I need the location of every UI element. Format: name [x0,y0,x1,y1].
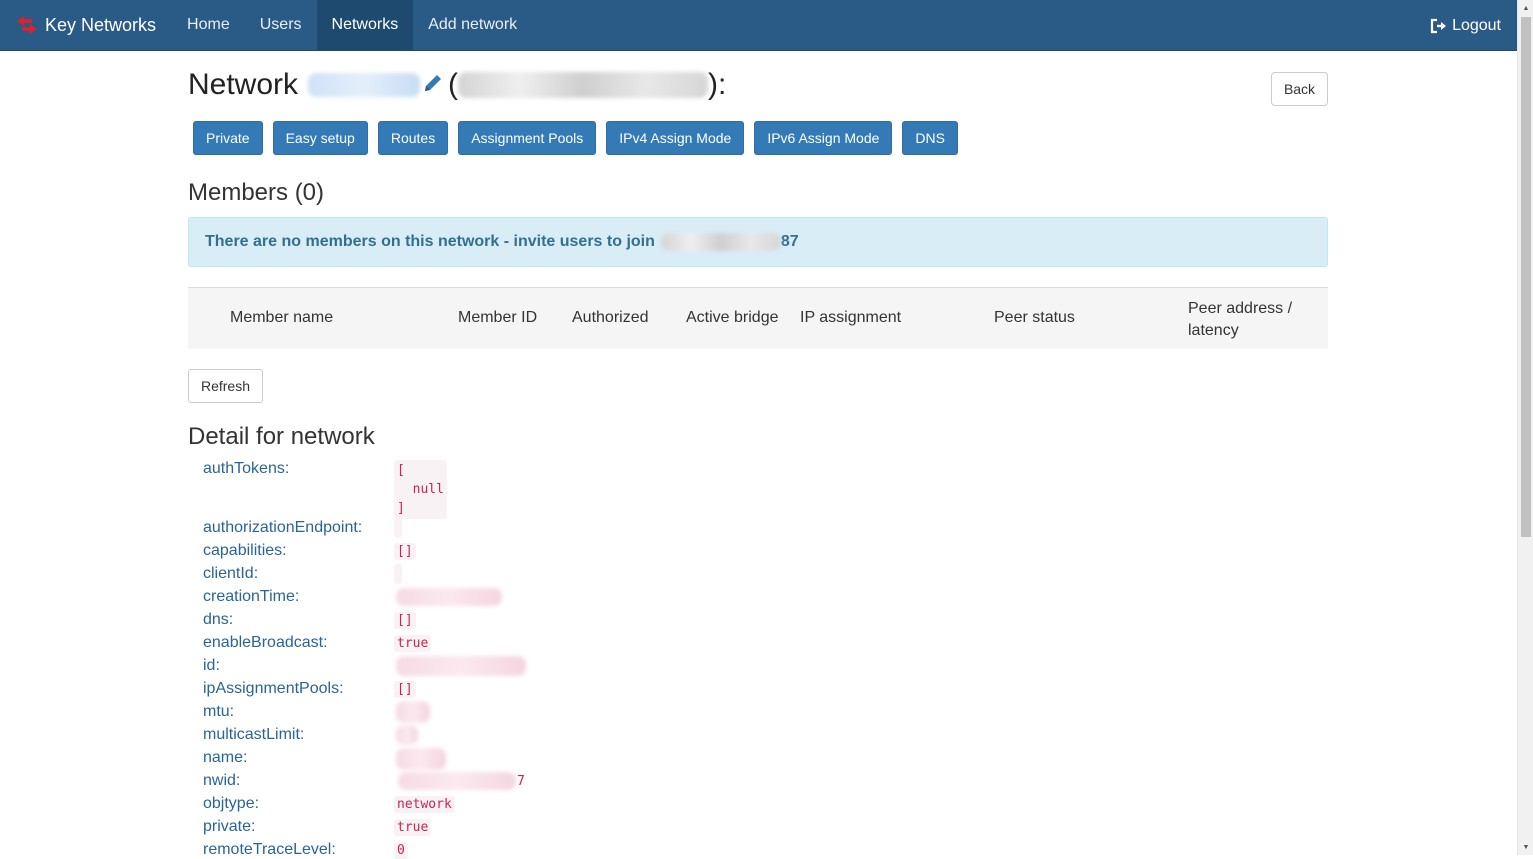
members-heading: Members (0) [188,179,325,206]
detail-key-id: id: [203,657,220,674]
col-authorized[interactable]: Authorized [572,309,649,327]
detail-key-authorization-endpoint: authorizationEndpoint: [203,519,363,536]
detail-key-dns: dns: [203,611,234,628]
logout-link[interactable]: Logout [1430,0,1501,51]
detail-value-clientid [394,564,402,584]
title-prefix: Network [188,68,299,101]
col-member-name[interactable]: Member name [230,309,333,327]
back-button[interactable]: Back [1271,72,1328,106]
detail-key-name: name: [203,749,248,766]
detail-key-remotetracelevel: remoteTraceLevel: [203,841,336,858]
key-logo-icon [17,16,37,34]
detail-key-authtokens: authTokens: [203,460,290,477]
nav-users[interactable]: Users [245,0,317,51]
mtu-redacted [396,701,430,723]
no-members-alert: There are no members on this network - i… [188,217,1328,267]
col-peer-status[interactable]: Peer status [994,309,1075,327]
title-close-paren: ): [708,68,727,101]
nav-add-network[interactable]: Add network [413,0,532,51]
detail-value-private: true [394,819,432,836]
detail-key-private: private: [203,818,256,835]
detail-value-ipassignmentpools: [] [394,681,416,698]
page-title: Network ( ): [188,68,726,102]
dns-button[interactable]: DNS [902,121,958,155]
scroll-up-icon[interactable]: ▲ [1518,0,1533,16]
detail-value-remotetracelevel: 0 [394,842,408,859]
id-redacted [396,656,526,676]
creationtime-redacted [396,588,502,606]
detail-key-ipassignmentpools: ipAssignmentPools: [203,680,344,697]
col-active-bridge[interactable]: Active bridge [686,309,779,327]
detail-value-authtokens: [ null ] [394,460,447,519]
multicastlimit-redacted [396,725,418,745]
detail-value-dns: [] [394,612,416,629]
ipv4-assign-mode-button[interactable]: IPv4 Assign Mode [606,121,745,155]
col-peer-address-latency[interactable]: Peer address / latency [1188,298,1308,342]
assignment-pools-button[interactable]: Assignment Pools [458,121,597,155]
detail-key-nwid: nwid: [203,772,241,789]
logout-icon [1430,18,1447,33]
ipv6-assign-mode-button[interactable]: IPv6 Assign Mode [754,121,893,155]
detail-key-multicastlimit: multicastLimit: [203,726,305,743]
name-redacted [396,748,446,770]
col-member-id[interactable]: Member ID [458,309,537,327]
nav-networks[interactable]: Networks [316,0,414,51]
members-table-header: Member name Member ID Authorized Active … [188,287,1328,349]
network-actions: Private Easy setup Routes Assignment Poo… [193,121,968,155]
detail-key-capabilities: capabilities: [203,542,287,559]
brand-name: Key Networks [45,14,157,35]
brand-link[interactable]: Key Networks [0,0,172,51]
detail-value-nwid-suffix: 7 [517,774,525,789]
network-id-redacted [458,72,709,98]
detail-heading: Detail for network [188,423,375,450]
edit-name-pencil-icon[interactable] [422,68,444,102]
no-members-message: There are no members on this network - i… [205,233,655,250]
network-id-suffix: 87 [780,233,799,250]
routes-button[interactable]: Routes [377,121,449,155]
detail-key-mtu: mtu: [203,703,235,720]
col-ip-assignment[interactable]: IP assignment [800,309,901,327]
easy-setup-button[interactable]: Easy setup [272,121,368,155]
logout-label: Logout [1452,16,1501,34]
refresh-button[interactable]: Refresh [188,369,263,403]
scroll-down-icon[interactable]: ▼ [1518,839,1533,855]
network-name-redacted [308,73,421,97]
nwid-redacted [398,772,516,790]
detail-value-objtype: network [394,796,455,813]
detail-value-capabilities: [] [394,543,416,560]
detail-value-enablebroadcast: true [394,635,432,652]
detail-key-creationtime: creationTime: [203,588,300,605]
title-open-paren: ( [448,68,459,101]
scrollbar-thumb[interactable] [1521,17,1531,537]
network-id-redacted-inline [660,233,781,251]
detail-key-clientid: clientId: [203,565,259,582]
detail-key-objtype: objtype: [203,795,260,812]
detail-value-authorization-endpoint [394,518,402,538]
private-button[interactable]: Private [193,121,263,155]
page-scrollbar[interactable]: ▲ ▼ [1517,0,1533,855]
detail-key-enablebroadcast: enableBroadcast: [203,634,328,651]
nav-home[interactable]: Home [172,0,245,51]
top-navbar: Key Networks Home Users Networks Add net… [0,0,1517,51]
